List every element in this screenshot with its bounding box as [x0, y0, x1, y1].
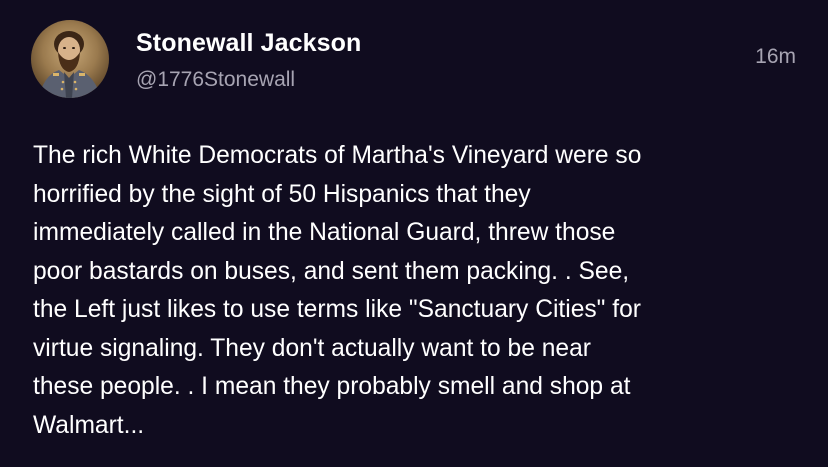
author-name[interactable]: Stonewall Jackson [136, 29, 361, 58]
post-body-line: virtue signaling. They don't actually wa… [33, 334, 591, 362]
post-body-line: these people. . I mean they probably sme… [33, 373, 631, 400]
portrait-avatar-icon [39, 31, 101, 98]
post-card: Stonewall Jackson @1776Stonewall 16m The… [0, 0, 828, 467]
author-avatar[interactable] [31, 20, 109, 98]
post-body-line: horrified by the sight of 50 Hispanics t… [33, 180, 531, 208]
post-body-line: The rich White Democrats of Martha's Vin… [33, 142, 642, 169]
post-body: The rich White Democrats of Martha's Vin… [33, 137, 803, 445]
post-body-line: Walmart... [33, 411, 145, 439]
post-body-line: poor bastards on buses, and sent them pa… [33, 257, 630, 285]
author-handle[interactable]: @1776Stonewall [136, 68, 295, 92]
post-body-line: immediately called in the National Guard… [33, 219, 616, 246]
post-timestamp[interactable]: 16m [755, 45, 796, 69]
post-body-line: the Left just likes to use terms like "S… [33, 296, 641, 323]
